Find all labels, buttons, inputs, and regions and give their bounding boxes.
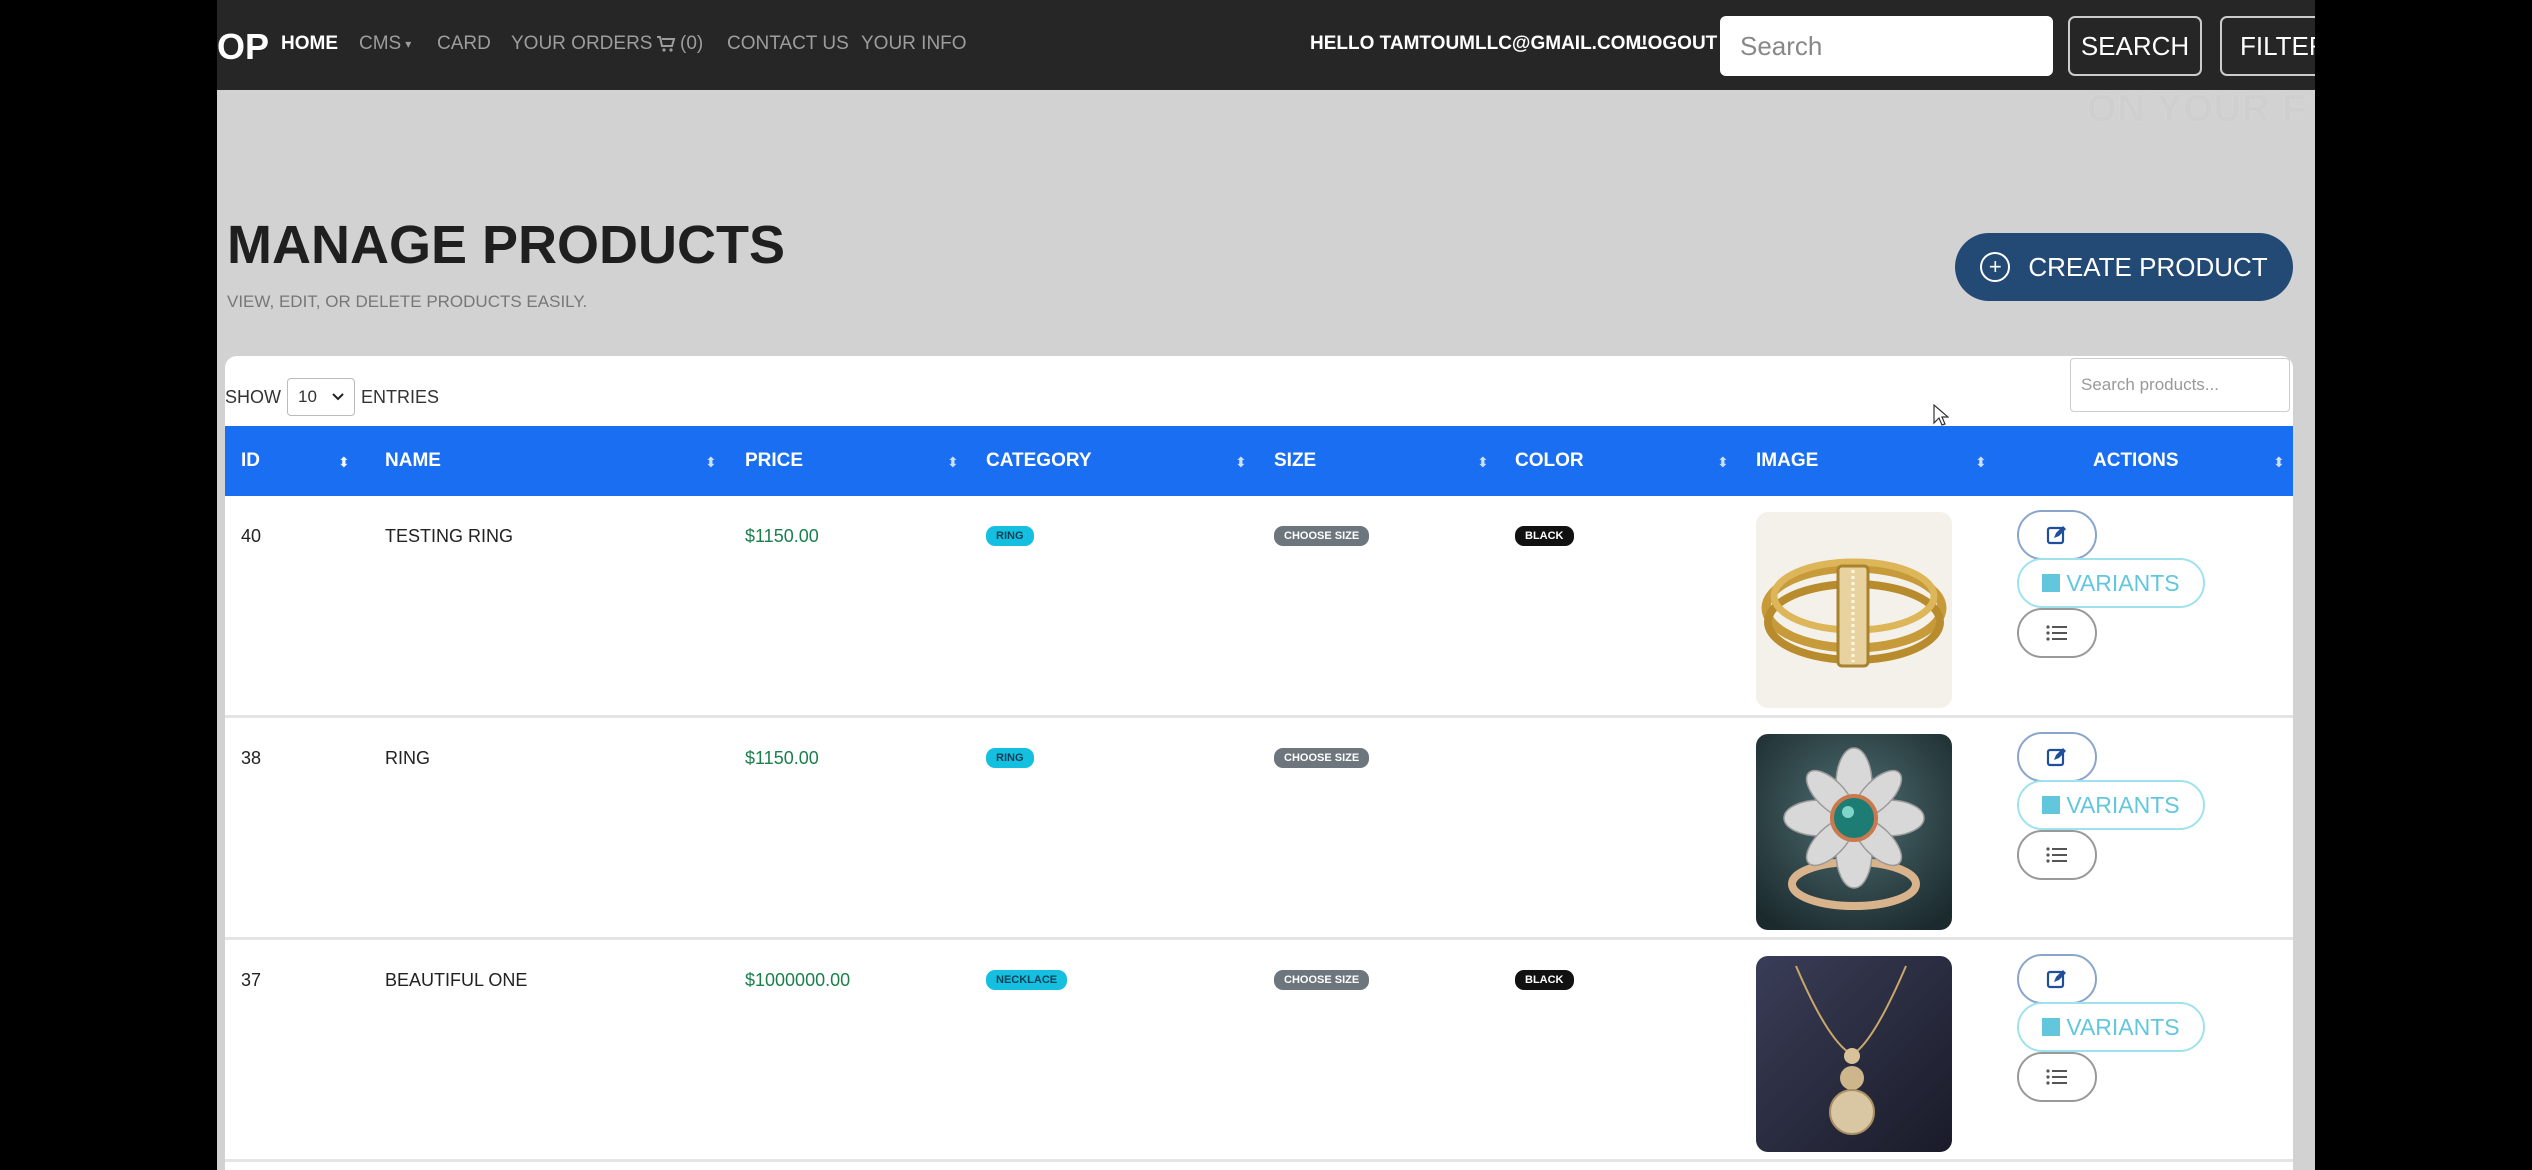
cell-price: $1150.00 (745, 526, 819, 546)
col-color[interactable]: COLOR (1515, 426, 1584, 496)
nav-cms[interactable]: CMS ▾ (359, 33, 411, 55)
color-badge: BLACK (1515, 970, 1574, 990)
brand-logo[interactable]: OP (217, 26, 269, 68)
table-row: 38 RING $1150.00 RING CHOOSE SIZE VARIAN… (225, 718, 2293, 940)
sort-icon[interactable]: ⬍ (1717, 454, 1729, 471)
sort-icon[interactable]: ⬍ (1235, 454, 1247, 471)
edit-button[interactable] (2017, 954, 2097, 1004)
create-product-button[interactable]: + CREATE PRODUCT (1955, 233, 2293, 301)
list-icon (2046, 847, 2067, 863)
entries-control: SHOW 10 ENTRIES (225, 378, 439, 416)
page-subtitle: VIEW, EDIT, OR DELETE PRODUCTS EASILY. (227, 292, 588, 311)
entries-select[interactable]: 10 (287, 378, 355, 416)
create-product-label: CREATE PRODUCT (2028, 251, 2268, 282)
sort-icon[interactable]: ⬍ (1477, 454, 1489, 471)
list-button[interactable] (2017, 830, 2097, 880)
chevron-down-icon: ▾ (405, 36, 412, 51)
table-header: ID ⬍ NAME ⬍ PRICE ⬍ CATEGORY ⬍ SIZE ⬍ CO… (225, 426, 2293, 496)
navbar: OP HOME CMS ▾ CARD YOUR ORDERS (0) CONTAC… (217, 0, 2315, 90)
category-badge: NECKLACE (986, 970, 1068, 990)
nav-cms-label: CMS (359, 33, 402, 54)
sort-icon[interactable]: ⬍ (705, 454, 717, 471)
mouse-cursor-icon (1933, 404, 1949, 426)
page-title: MANAGE PRODUCTS (227, 215, 786, 275)
product-image-gold-ring (1756, 512, 1952, 708)
col-id[interactable]: ID (241, 426, 260, 496)
list-icon (2046, 625, 2067, 641)
col-name[interactable]: NAME (385, 426, 441, 496)
table-icon (2042, 1018, 2061, 1036)
list-button[interactable] (2017, 608, 2097, 658)
cell-name: RING (385, 748, 430, 768)
cell-id: 40 (241, 526, 262, 546)
nav-your-orders[interactable]: YOUR ORDERS (511, 33, 652, 55)
edit-icon (2046, 748, 2066, 767)
plus-circle-icon: + (1980, 252, 2011, 282)
variants-label: VARIANTS (2066, 791, 2180, 818)
table-row: 37 BEAUTIFUL ONE $1000000.00 NECKLACE CH… (225, 940, 2293, 1162)
variants-label: VARIANTS (2066, 569, 2180, 596)
variants-button[interactable]: VARIANTS (2017, 780, 2205, 830)
products-card: SHOW 10 ENTRIES ID ⬍ NAME ⬍ PRICE ⬍ CATE… (225, 356, 2293, 1170)
color-badge: BLACK (1515, 526, 1574, 546)
banner-watermark-text: ON YOUR F (2087, 88, 2307, 130)
entries-value: 10 (298, 387, 317, 406)
cart-icon (657, 35, 676, 52)
cell-id: 38 (241, 748, 262, 768)
list-icon (2046, 1069, 2067, 1085)
edit-icon (2046, 526, 2066, 545)
table-row: 40 TESTING RING $1150.00 RING CHOOSE SIZ… (225, 496, 2293, 718)
cart-count: (0) (680, 33, 704, 54)
cell-price: $1150.00 (745, 748, 819, 768)
cell-price: $1000000.00 (745, 970, 851, 990)
product-image-flower-ring (1756, 734, 1952, 930)
edit-button[interactable] (2017, 732, 2097, 782)
nav-card[interactable]: CARD (437, 33, 491, 55)
col-image[interactable]: IMAGE (1756, 426, 1818, 496)
table-icon (2042, 574, 2061, 592)
table-icon (2042, 796, 2061, 814)
cell-id: 37 (241, 970, 262, 990)
user-greeting: HELLO TAMTOUMLLC@GMAIL.COM! (1310, 33, 1648, 54)
variants-button[interactable]: VARIANTS (2017, 1002, 2205, 1052)
cell-name: TESTING RING (385, 526, 514, 546)
product-image-pendant-necklace (1756, 956, 1952, 1152)
col-actions: ACTIONS (2093, 450, 2179, 471)
col-category[interactable]: CATEGORY (986, 426, 1092, 496)
list-button[interactable] (2017, 1052, 2097, 1102)
sort-icon[interactable]: ⬍ (1975, 454, 1987, 471)
nav-contact-us[interactable]: CONTACT US (727, 33, 849, 55)
col-size[interactable]: SIZE (1274, 426, 1316, 496)
col-price[interactable]: PRICE (745, 426, 803, 496)
size-badge: CHOOSE SIZE (1274, 526, 1370, 546)
nav-home[interactable]: HOME (281, 33, 338, 55)
size-badge: CHOOSE SIZE (1274, 748, 1370, 768)
edit-button[interactable] (2017, 510, 2097, 560)
show-label: SHOW (225, 386, 281, 407)
variants-button[interactable]: VARIANTS (2017, 558, 2205, 608)
chevron-down-icon (332, 393, 344, 401)
nav-your-info[interactable]: YOUR INFO (861, 33, 967, 55)
app-screen: OP HOME CMS ▾ CARD YOUR ORDERS (0) CONTAC… (217, 0, 2315, 1170)
filter-button[interactable]: FILTER (2220, 16, 2315, 76)
sort-icon[interactable]: ⬍ (2273, 454, 2285, 471)
category-badge: RING (986, 748, 1034, 768)
variants-label: VARIANTS (2066, 1013, 2180, 1040)
entries-label: ENTRIES (361, 386, 440, 407)
nav-cart[interactable]: (0) (656, 33, 703, 55)
cell-name: BEAUTIFUL ONE (385, 970, 528, 990)
search-button[interactable]: SEARCH (2068, 16, 2202, 76)
edit-icon (2046, 970, 2066, 989)
search-input[interactable] (1720, 16, 2053, 76)
sort-desc-icon[interactable]: ⬍ (338, 454, 350, 471)
logout-link[interactable]: LOGOUT (1636, 33, 1717, 55)
sort-icon[interactable]: ⬍ (947, 454, 959, 471)
category-badge: RING (986, 526, 1034, 546)
product-search-input[interactable] (2070, 358, 2290, 412)
size-badge: CHOOSE SIZE (1274, 970, 1370, 990)
